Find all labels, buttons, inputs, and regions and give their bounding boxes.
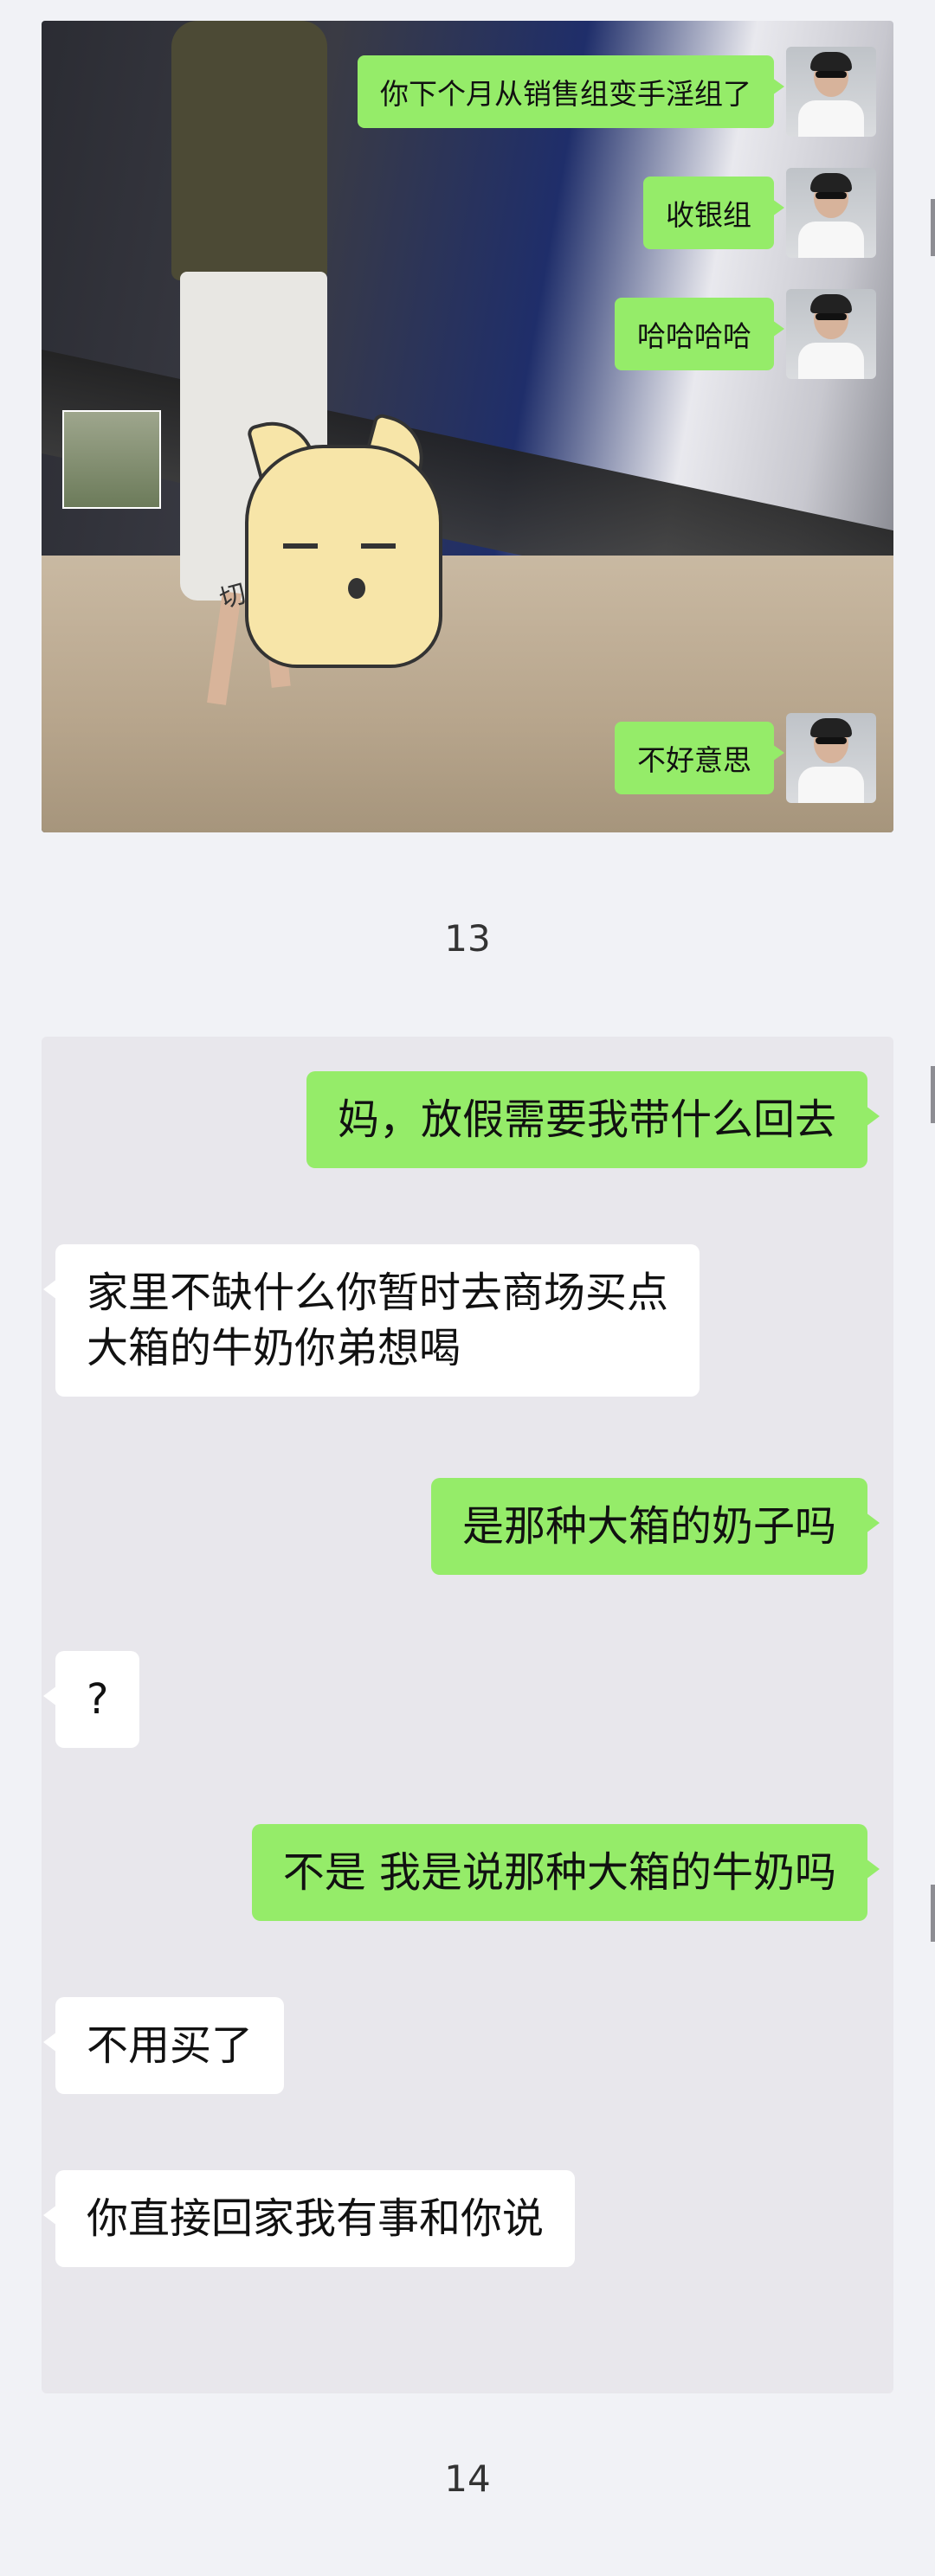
avatar[interactable] bbox=[786, 289, 876, 379]
avatar[interactable] bbox=[786, 168, 876, 258]
sticker-body bbox=[245, 445, 442, 668]
woman-shirt bbox=[171, 21, 327, 280]
screenshot-number: 13 bbox=[444, 917, 491, 960]
scroll-marker bbox=[931, 1066, 935, 1123]
received-message[interactable]: 不用买了 bbox=[42, 1997, 285, 2094]
sticker-eye bbox=[283, 543, 318, 549]
screenshot-number: 14 bbox=[444, 2457, 491, 2500]
screenshot-14-chat: 妈，放假需要我带什么回去 家里不缺什么你暂时去商场买点 大箱的牛奶你弟想喝 是那… bbox=[42, 1037, 893, 2393]
sent-bubble[interactable]: 哈哈哈哈 bbox=[615, 298, 784, 370]
sticker-mouth bbox=[348, 578, 365, 599]
sent-message[interactable]: 不是 我是说那种大箱的牛奶吗 bbox=[251, 1824, 880, 1921]
avatar[interactable] bbox=[786, 713, 876, 803]
sent-message[interactable]: 是那种大箱的奶子吗 bbox=[430, 1478, 880, 1575]
screenshot-13-image: 切 你下个月从销售组变手淫组了 收银组 哈哈哈哈 不好意思 bbox=[42, 21, 893, 832]
sent-message[interactable]: 妈，放假需要我带什么回去 bbox=[306, 1071, 880, 1168]
sent-bubble[interactable]: 不好意思 bbox=[615, 722, 784, 794]
chat-row-sent: 你下个月从销售组变手淫组了 bbox=[358, 47, 876, 137]
sticker-eye bbox=[361, 543, 396, 549]
shiba-sticker: 切 bbox=[216, 412, 444, 678]
chat-row-sent: 不好意思 bbox=[615, 713, 876, 803]
thumbnail-image bbox=[62, 410, 161, 509]
received-message[interactable]: 家里不缺什么你暂时去商场买点 大箱的牛奶你弟想喝 bbox=[42, 1244, 700, 1397]
sent-bubble[interactable]: 你下个月从销售组变手淫组了 bbox=[358, 55, 784, 128]
received-message[interactable]: ? bbox=[42, 1651, 140, 1748]
scroll-marker bbox=[931, 199, 935, 256]
chat-row-sent: 哈哈哈哈 bbox=[615, 289, 876, 379]
sent-bubble[interactable]: 收银组 bbox=[643, 177, 784, 249]
avatar[interactable] bbox=[786, 47, 876, 137]
received-message[interactable]: 你直接回家我有事和你说 bbox=[42, 2170, 576, 2267]
scroll-marker bbox=[931, 1885, 935, 1942]
chat-row-sent: 收银组 bbox=[643, 168, 876, 258]
